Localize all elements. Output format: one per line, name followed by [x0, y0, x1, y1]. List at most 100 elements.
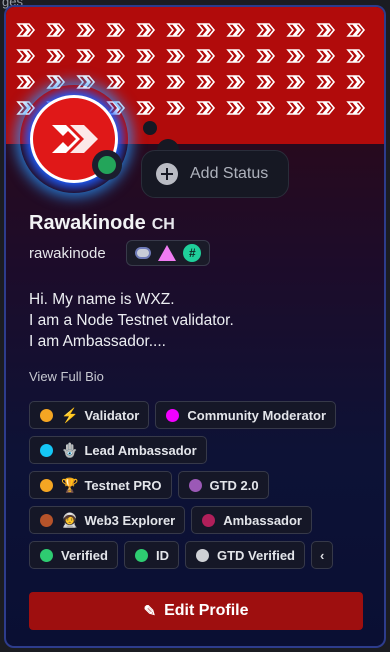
banner-logo-icon [286, 23, 306, 37]
bio-line: I am Ambassador.... [29, 333, 166, 350]
banner-logo-icon [346, 49, 366, 63]
online-status-indicator [92, 150, 122, 180]
role-label: Validator [84, 407, 140, 423]
banner-logo-icon [316, 75, 336, 89]
role-label: Community Moderator [187, 407, 327, 423]
role-emoji-icon: ⚡ [61, 406, 79, 423]
profile-badges: # [126, 240, 210, 266]
view-full-bio-link[interactable]: View Full Bio [29, 369, 104, 384]
display-name-tag: CH [151, 216, 175, 233]
role-tag[interactable]: 🏆 Testnet PRO [29, 471, 172, 499]
banner-logo-icon [196, 75, 216, 89]
role-tag[interactable]: GTD Verified [184, 541, 305, 569]
logo-icon [52, 125, 98, 153]
username[interactable]: rawakinode [29, 245, 106, 262]
banner-logo-icon [76, 23, 96, 37]
add-status-button[interactable]: Add Status [141, 150, 289, 198]
role-tag[interactable]: GTD 2.0 [177, 471, 269, 499]
banner-logo-icon [226, 101, 246, 115]
role-color-dot [40, 408, 53, 422]
bio-line: I am a Node Testnet validator. [29, 312, 234, 329]
role-row: 🏆 Testnet PRO GTD 2.0 [29, 471, 369, 499]
role-row: Verified ID GTD Verified ‹ [29, 541, 369, 569]
banner-logo-icon [256, 101, 276, 115]
role-color-dot [166, 408, 180, 422]
role-label: Testnet PRO [84, 477, 162, 493]
role-tag[interactable]: ID [123, 541, 179, 569]
role-label: GTD 2.0 [209, 477, 259, 493]
role-label: Verified [61, 547, 108, 563]
banner-logo-icon [46, 49, 66, 63]
banner-logo-icon [166, 75, 186, 89]
role-label: Lead Ambassador [84, 442, 197, 458]
banner-logo-icon [196, 23, 216, 37]
role-row: ⚡ Validator Community Moderator [29, 401, 369, 429]
banner-logo-icon [46, 23, 66, 37]
role-emoji-icon: 🏆 [61, 476, 79, 493]
pencil-icon: ✎ [143, 603, 157, 620]
bio-line: Hi. My name is WXZ. [29, 291, 175, 308]
role-label: Web3 Explorer [84, 512, 176, 528]
banner-logo-icon [256, 23, 276, 37]
role-row: 🧑‍🚀 Web3 Explorer Ambassador [29, 506, 369, 534]
banner-logo-icon [166, 23, 186, 37]
edit-profile-label: Edit Profile [164, 602, 249, 619]
thought-bubble-dot [143, 121, 157, 135]
role-color-dot [188, 478, 202, 492]
banner-logo-icon [136, 49, 156, 63]
role-emoji-icon: 🪬 [61, 441, 79, 458]
banner-logo-icon [286, 75, 306, 89]
edit-profile-button[interactable]: ✎ Edit Profile [29, 592, 363, 630]
banner-logo-icon [16, 23, 36, 37]
banner-logo-icon [286, 101, 306, 115]
banner-logo-icon [256, 49, 276, 63]
role-label: ID [155, 547, 169, 563]
role-emoji-icon: 🧑‍🚀 [61, 511, 79, 528]
role-color-dot [195, 548, 209, 562]
role-color-dot [134, 548, 148, 562]
collapse-roles-button[interactable]: ‹ [311, 541, 334, 569]
banner-logo-icon [346, 23, 366, 37]
role-label: Ambassador [223, 512, 302, 528]
role-tag[interactable]: Verified [29, 541, 118, 569]
display-name: Rawakinode CH [29, 212, 175, 235]
banner-logo-icon [166, 101, 186, 115]
role-color-dot [40, 443, 53, 457]
banner-logo-icon [106, 75, 126, 89]
banner-logo-icon [316, 23, 336, 37]
banner-logo-icon [16, 49, 36, 63]
banner-logo-icon [136, 101, 156, 115]
banner-logo-icon [226, 23, 246, 37]
banner-logo-icon [136, 23, 156, 37]
banner-logo-icon [106, 23, 126, 37]
banner-logo-icon [226, 75, 246, 89]
role-tag[interactable]: Community Moderator [155, 401, 337, 429]
banner-logo-icon [226, 49, 246, 63]
add-status-label: Add Status [190, 165, 269, 182]
role-tag[interactable]: ⚡ Validator [29, 401, 150, 429]
banner-logo-icon [256, 75, 276, 89]
bio: Hi. My name is WXZ. I am a Node Testnet … [29, 289, 234, 352]
banner-logo-icon [136, 75, 156, 89]
banner-logo-icon [16, 75, 36, 89]
role-color-dot [40, 513, 53, 527]
banner-logo-icon [286, 49, 306, 63]
role-tag[interactable]: Ambassador [191, 506, 312, 534]
profile-card: Add Status Rawakinode CH rawakinode # Hi.… [4, 5, 386, 648]
banner-logo-icon [316, 101, 336, 115]
role-tag[interactable]: 🧑‍🚀 Web3 Explorer [29, 506, 186, 534]
nitro-boost-badge-icon[interactable] [134, 247, 151, 259]
role-label: GTD Verified [216, 547, 295, 563]
banner-logo-icon [346, 75, 366, 89]
banner-logo-icon [316, 49, 336, 63]
hashtag-badge-icon[interactable]: # [183, 244, 202, 262]
role-tag[interactable]: 🪬 Lead Ambassador [29, 436, 207, 464]
triangle-badge-icon[interactable] [157, 245, 176, 261]
banner-logo-icon [346, 101, 366, 115]
banner-logo-icon [76, 49, 96, 63]
banner-logo-icon [196, 101, 216, 115]
plus-circle-icon [156, 163, 178, 185]
role-color-dot [40, 478, 53, 492]
roles-list: ⚡ Validator Community Moderator 🪬 Lead Ambas… [29, 401, 369, 576]
role-color-dot [40, 548, 53, 562]
